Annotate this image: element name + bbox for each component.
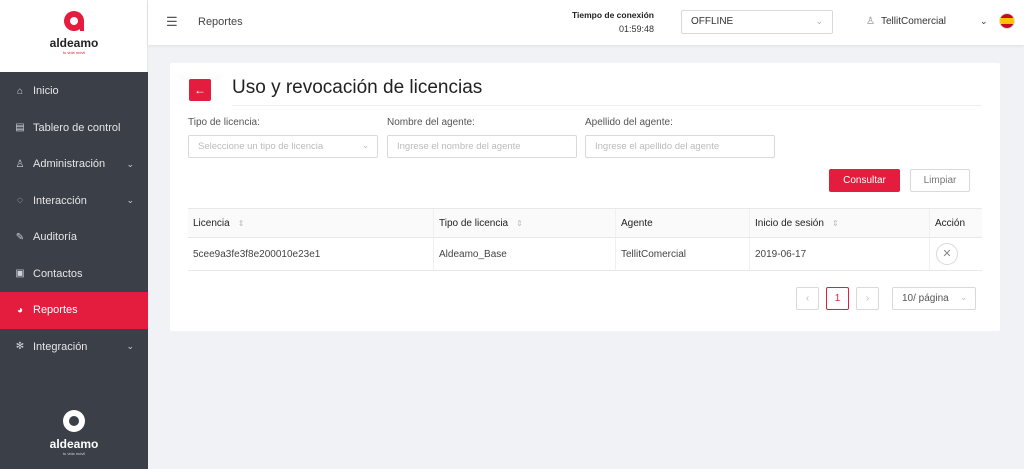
chevron-down-icon: ⌄ — [960, 293, 967, 302]
reports-icon: ◕ — [16, 304, 24, 316]
agent-status-select[interactable]: OFFLINE ⌄ — [681, 10, 833, 34]
connection-time-label: Tiempo de conexión — [571, 10, 654, 20]
agent-name-placeholder: Ingrese el nombre del agente — [397, 141, 521, 152]
table-row: 5cee9a3fe3f8e200010e23e1 Aldeamo_Base Te… — [188, 238, 982, 271]
license-type-placeholder: Seleccione un tipo de licencia — [198, 141, 324, 152]
cell-agente: TellitComercial — [616, 238, 750, 270]
sort-icon[interactable]: ⇕ — [832, 219, 839, 228]
licenses-table: Licencia ⇕ Tipo de licencia ⇕ Agente Ini… — [188, 208, 982, 271]
column-header-label: Tipo de licencia — [439, 217, 509, 229]
pagination-prev-button[interactable]: ‹ — [796, 287, 819, 310]
page-title: Uso y revocación de licencias — [232, 77, 483, 98]
table-header-row: Licencia ⇕ Tipo de licencia ⇕ Agente Ini… — [188, 209, 982, 238]
header-logo[interactable]: aldeamo tu vida móvil — [0, 0, 148, 72]
chevron-down-icon: ⌄ — [126, 195, 134, 206]
cell-tipo: Aldeamo_Base — [434, 238, 616, 270]
sidebar-item-label: Tablero de control — [33, 121, 121, 134]
pagination-page-button[interactable]: 1 — [826, 287, 849, 310]
column-header-tipo[interactable]: Tipo de licencia ⇕ — [434, 209, 616, 237]
user-menu-chevron-icon[interactable]: ⌄ — [980, 16, 988, 27]
column-header-label: Agente — [621, 217, 653, 229]
menu-collapse-icon[interactable]: ☰ — [166, 14, 178, 30]
agent-lastname-label: Apellido del agente: — [585, 117, 673, 128]
logo-tagline: tu vida móvil — [62, 50, 86, 55]
sidebar-item-label: Interacción — [33, 194, 87, 207]
sidebar-item-integracion[interactable]: ✻ Integración ⌄ — [0, 329, 148, 366]
agent-name-input[interactable]: Ingrese el nombre del agente — [387, 135, 577, 158]
sidebar-item-label: Reportes — [33, 304, 78, 317]
column-header-accion: Acción — [930, 209, 982, 237]
column-header-inicio[interactable]: Inicio de sesión ⇕ — [750, 209, 930, 237]
chevron-down-icon: ⌄ — [815, 16, 823, 26]
title-divider — [232, 105, 982, 106]
user-name: TellitComercial — [880, 16, 946, 27]
agent-name-label: Nombre del agente: — [387, 117, 475, 128]
sort-icon[interactable]: ⇕ — [238, 219, 245, 228]
page-size-value: 10/ página — [902, 293, 949, 304]
chevron-down-icon: ⌄ — [362, 141, 369, 150]
user-icon: ♙ — [866, 16, 875, 27]
license-type-label: Tipo de licencia: — [188, 117, 260, 128]
page-size-select[interactable]: 10/ página ⌄ — [892, 287, 976, 310]
footer-logo-text: aldeamo — [49, 437, 99, 451]
license-type-select[interactable]: Seleccione un tipo de licencia ⌄ — [188, 135, 378, 158]
footer-logo-tagline: tu vida móvil — [62, 451, 86, 456]
sidebar-item-contactos[interactable]: ▣ Contactos — [0, 256, 148, 293]
sort-icon[interactable]: ⇕ — [516, 219, 523, 228]
sidebar-menu: ⌂ Inicio ▤ Tablero de control ♙ Administ… — [0, 73, 148, 365]
sidebar-item-tablero[interactable]: ▤ Tablero de control — [0, 110, 148, 147]
top-header: ☰ Reportes Tiempo de conexión 01:59:48 O… — [148, 0, 1024, 45]
column-header-label: Licencia — [193, 217, 230, 229]
sidebar-item-label: Auditoría — [33, 231, 78, 244]
sidebar-item-interaccion[interactable]: ◌ Interacción ⌄ — [0, 183, 148, 220]
breadcrumb: Reportes — [198, 16, 243, 28]
column-header-licencia[interactable]: Licencia ⇕ — [188, 209, 434, 237]
audit-icon: ✎ — [15, 231, 25, 243]
aldeamo-logo-icon — [64, 11, 84, 31]
spain-flag-icon[interactable] — [999, 13, 1015, 29]
limpiar-button[interactable]: Limpiar — [910, 169, 970, 192]
consultar-button[interactable]: Consultar — [829, 169, 900, 192]
sidebar-item-label: Inicio — [33, 85, 59, 98]
sidebar: aldeamo tu vida móvil ⌂ Inicio ▤ Tablero… — [0, 0, 148, 469]
user-menu[interactable]: ♙ TellitComercial — [866, 16, 946, 27]
sidebar-item-label: Contactos — [33, 267, 83, 280]
sidebar-item-administracion[interactable]: ♙ Administración ⌄ — [0, 146, 148, 183]
sidebar-item-label: Administración — [33, 158, 106, 171]
contacts-icon: ▣ — [15, 268, 25, 280]
column-header-agente: Agente — [616, 209, 750, 237]
logo-text: aldeamo — [49, 36, 99, 50]
sidebar-item-auditoria[interactable]: ✎ Auditoría — [0, 219, 148, 256]
sidebar-item-reportes[interactable]: ◕ Reportes — [0, 292, 148, 329]
integration-icon: ✻ — [15, 341, 25, 353]
home-icon: ⌂ — [16, 85, 24, 97]
column-header-label: Inicio de sesión — [755, 217, 824, 229]
dashboard-icon: ▤ — [15, 122, 25, 134]
chat-icon: ◌ — [17, 195, 23, 207]
sidebar-item-label: Integración — [33, 340, 88, 353]
aldeamo-logo-icon — [63, 410, 85, 432]
revoke-license-button[interactable]: ✕ — [936, 243, 958, 265]
column-header-label: Acción — [935, 217, 966, 229]
connection-time-value: 01:59:48 — [618, 24, 654, 34]
agent-status-value: OFFLINE — [691, 16, 734, 27]
pagination-next-button[interactable]: › — [856, 287, 879, 310]
cell-accion: ✕ — [930, 238, 982, 270]
agent-lastname-input[interactable]: Ingrese el apellido del agente — [585, 135, 775, 158]
agent-lastname-placeholder: Ingrese el apellido del agente — [595, 141, 720, 152]
chevron-down-icon: ⌄ — [126, 158, 134, 169]
cell-inicio: 2019-06-17 — [750, 238, 930, 270]
sidebar-footer-logo: aldeamo tu vida móvil — [0, 410, 148, 456]
sidebar-item-inicio[interactable]: ⌂ Inicio — [0, 73, 148, 110]
admin-icon: ♙ — [15, 158, 25, 170]
cell-licencia: 5cee9a3fe3f8e200010e23e1 — [188, 238, 434, 270]
licenses-card: ← Uso y revocación de licencias Tipo de … — [170, 63, 1000, 331]
back-button[interactable]: ← — [189, 79, 211, 101]
chevron-down-icon: ⌄ — [126, 341, 134, 352]
